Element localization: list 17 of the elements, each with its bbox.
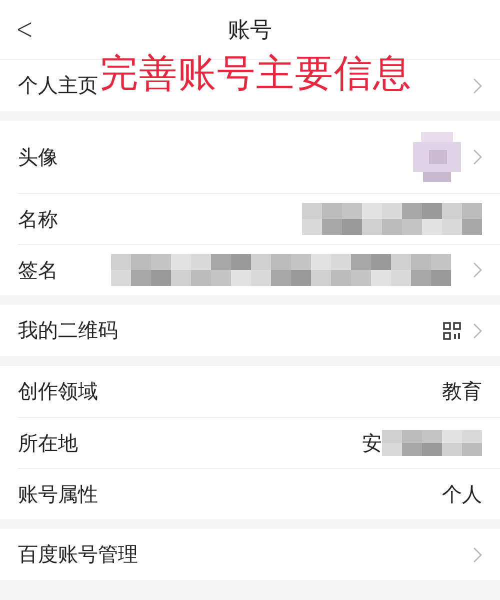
row-label: 头像 xyxy=(18,144,58,170)
row-label: 创作领域 xyxy=(18,378,98,405)
row-label: 签名 xyxy=(18,256,58,284)
page-title: 账号 xyxy=(228,17,272,45)
row-label: 所在地 xyxy=(18,430,78,456)
row-label: 百度账号管理 xyxy=(18,541,138,568)
back-button[interactable]: < xyxy=(12,12,38,47)
row-label: 个人主页 xyxy=(18,72,98,99)
row-label: 名称 xyxy=(18,206,58,232)
row-value: 安 xyxy=(362,430,382,456)
row-value: 教育 xyxy=(442,378,482,405)
pixelated-avatar xyxy=(413,132,461,182)
row-label: 我的二维码 xyxy=(18,317,118,344)
qr-code-icon xyxy=(443,322,461,340)
annotation-text: 完善账号主要信息 xyxy=(100,50,412,97)
row-label: 账号属性 xyxy=(18,480,98,508)
row-value: 个人 xyxy=(442,480,482,508)
